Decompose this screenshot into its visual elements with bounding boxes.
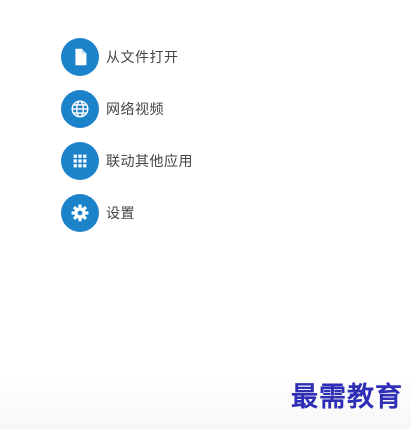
gear-icon (61, 194, 99, 232)
grid-icon (61, 142, 99, 180)
menu-item-settings[interactable]: 设置 (61, 193, 321, 233)
menu-item-label: 设置 (106, 206, 135, 222)
globe-icon (61, 90, 99, 128)
menu-item-open-from-file[interactable]: 从文件打开 (61, 37, 321, 77)
menu-item-label: 从文件打开 (106, 50, 179, 66)
menu-item-label: 网络视频 (106, 102, 164, 118)
file-icon (61, 38, 99, 76)
watermark: 最需教育 (291, 382, 403, 413)
main-menu: 从文件打开 网络视频 联动其他应用 设置 (61, 37, 321, 245)
menu-item-label: 联动其他应用 (106, 154, 193, 170)
menu-item-link-other-apps[interactable]: 联动其他应用 (61, 141, 321, 181)
menu-item-network-video[interactable]: 网络视频 (61, 89, 321, 129)
